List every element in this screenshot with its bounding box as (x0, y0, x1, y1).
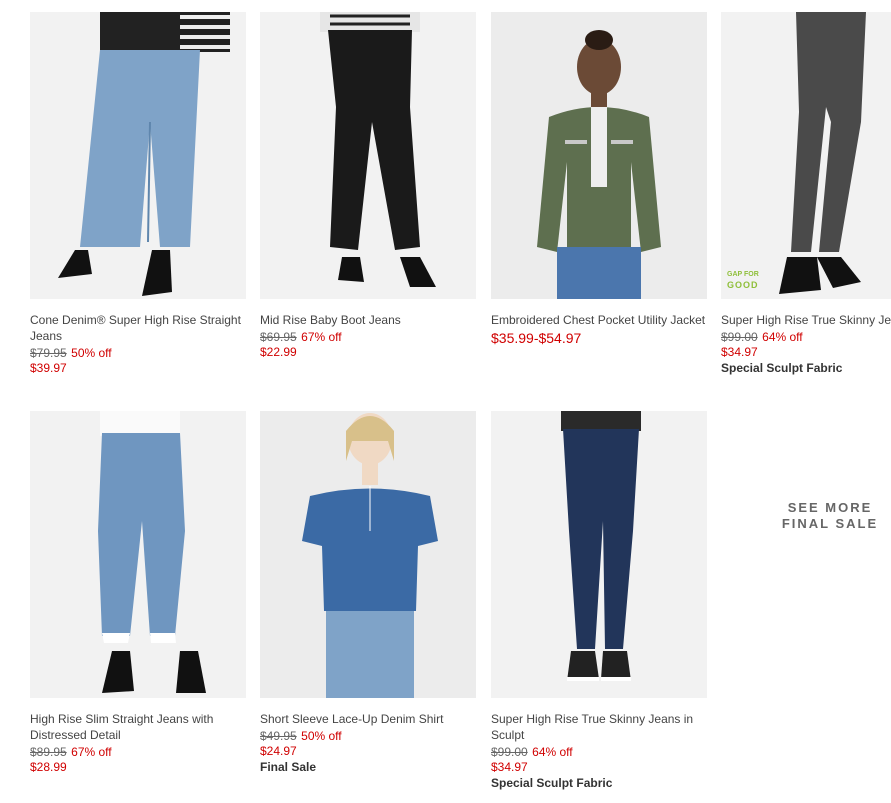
product-name[interactable]: Mid Rise Baby Boot Jeans (260, 312, 476, 328)
price-line: $79.95 50% off (30, 344, 246, 362)
price-line: $89.95 67% off (30, 743, 246, 761)
special-fabric-badge: Special Sculpt Fabric (491, 776, 613, 790)
gap-for-good-logo: GAP FOR (727, 271, 759, 278)
product-name[interactable]: Short Sleeve Lace-Up Denim Shirt (260, 711, 476, 727)
sale-price: $34.97 (721, 345, 758, 359)
special-fabric-badge: Special Sculpt Fabric (721, 361, 843, 375)
see-more-line2: FINAL SALE (781, 516, 879, 531)
original-price: $99.00 (721, 330, 758, 344)
original-price: $79.95 (30, 346, 67, 360)
product-card: Short Sleeve Lace-Up Denim Shirt $49.95 … (260, 411, 476, 774)
original-price: $99.00 (491, 745, 528, 759)
price-line: $49.95 50% off (260, 727, 476, 745)
product-image-black-boot-jeans[interactable] (260, 12, 476, 299)
sale-price: $39.97 (30, 361, 67, 375)
product-card: Embroidered Chest Pocket Utility Jacket … (491, 12, 707, 347)
product-name[interactable]: Super High Rise True Skinny Jeans in Scu… (491, 711, 707, 743)
sale-price: $34.97 (491, 760, 528, 774)
product-name[interactable]: Super High Rise True Skinny Jeans in Scu… (721, 312, 891, 328)
product-grid: Cone Denim® Super High Rise Straight Jea… (0, 0, 891, 803)
original-price: $49.95 (260, 729, 297, 743)
product-image-gray-skinny-jeans[interactable]: GAP FOR GOOD (721, 12, 891, 299)
product-image-utility-jacket[interactable] (491, 12, 707, 299)
product-name[interactable]: Embroidered Chest Pocket Utility Jacket (491, 312, 707, 328)
percent-off: 67% off (71, 745, 112, 759)
product-card: High Rise Slim Straight Jeans with Distr… (30, 411, 246, 774)
product-image-denim-shirt[interactable] (260, 411, 476, 698)
percent-off: 64% off (762, 330, 803, 344)
product-card: Mid Rise Baby Boot Jeans $69.95 67% off … (260, 12, 476, 359)
price-range: $35.99-$54.97 (491, 330, 582, 346)
product-image-distressed-straight-jeans[interactable] (30, 411, 246, 698)
price-line: $69.95 67% off (260, 328, 476, 346)
see-more-line1: SEE MORE (787, 500, 873, 515)
original-price: $89.95 (30, 745, 67, 759)
product-name[interactable]: High Rise Slim Straight Jeans with Distr… (30, 711, 246, 743)
sale-price: $22.99 (260, 345, 297, 359)
product-card: Super High Rise True Skinny Jeans in Scu… (491, 411, 707, 790)
product-image-light-straight-jeans[interactable] (30, 12, 246, 299)
percent-off: 50% off (71, 346, 112, 360)
final-sale-badge: Final Sale (260, 760, 317, 774)
product-card: GAP FOR GOOD Super High Rise True Skinny… (721, 12, 891, 375)
svg-text:GOOD: GOOD (727, 280, 759, 290)
sale-price: $24.97 (260, 744, 297, 758)
percent-off: 67% off (301, 330, 342, 344)
price-line: $99.00 64% off (491, 743, 707, 761)
product-name[interactable]: Cone Denim® Super High Rise Straight Jea… (30, 312, 246, 344)
percent-off: 64% off (532, 745, 573, 759)
percent-off: 50% off (301, 729, 342, 743)
see-more-final-sale-link[interactable]: SEE MORE FINAL SALE (768, 500, 891, 532)
original-price: $69.95 (260, 330, 297, 344)
sale-price: $28.99 (30, 760, 67, 774)
price-line: $99.00 64% off (721, 328, 891, 346)
product-image-dark-skinny-jeans[interactable] (491, 411, 707, 698)
product-card: Cone Denim® Super High Rise Straight Jea… (30, 12, 246, 375)
